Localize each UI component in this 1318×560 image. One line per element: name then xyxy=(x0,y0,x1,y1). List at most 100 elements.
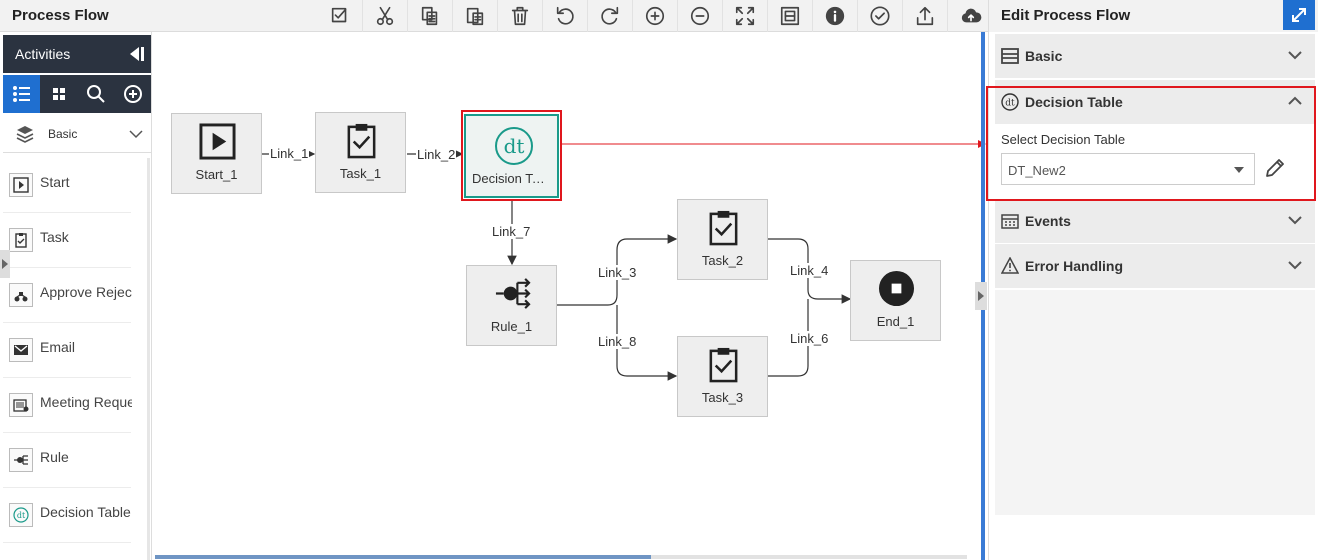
task-icon xyxy=(15,233,27,248)
zoom-out-button[interactable] xyxy=(678,0,723,32)
add-icon xyxy=(123,85,142,103)
validate-button[interactable] xyxy=(318,0,363,32)
link-label-link-4[interactable]: Link_4 xyxy=(789,263,830,278)
zoom-in-icon xyxy=(645,6,665,26)
delete-button[interactable] xyxy=(498,0,543,32)
zoom-out-icon xyxy=(690,6,710,26)
link-label-link-7[interactable]: Link_7 xyxy=(491,224,532,239)
overview-button[interactable] xyxy=(768,0,813,32)
chevron-down-icon xyxy=(1288,261,1302,270)
tab-list-view[interactable] xyxy=(3,75,40,113)
undo-button[interactable] xyxy=(543,0,588,32)
link-label-link-3[interactable]: Link_3 xyxy=(597,265,638,280)
collapse-right-panel-handle[interactable] xyxy=(975,282,987,310)
palette-item-approve-reject[interactable]: Approve Reject xyxy=(3,268,132,323)
fit-to-screen-button[interactable] xyxy=(723,0,768,32)
link-label-link-8[interactable]: Link_8 xyxy=(597,334,638,349)
cloud-upload-button[interactable] xyxy=(948,0,993,32)
search-icon xyxy=(86,85,105,103)
flow-node-rule[interactable]: Rule_1 xyxy=(466,265,557,346)
end-icon xyxy=(878,270,915,307)
flow-node-label: End_1 xyxy=(876,314,915,329)
check-icon xyxy=(870,6,890,26)
info-button[interactable] xyxy=(813,0,858,32)
palette-item-label: Start xyxy=(40,174,70,190)
palette-item-email[interactable]: Email xyxy=(3,323,131,378)
calendar-icon xyxy=(1001,214,1019,229)
collapse-panel-icon[interactable] xyxy=(127,45,145,63)
check-button[interactable] xyxy=(858,0,903,32)
section-label: Events xyxy=(1025,213,1071,229)
layers-icon xyxy=(16,126,34,143)
redo-icon xyxy=(601,6,619,25)
redo-button[interactable] xyxy=(588,0,633,32)
flow-node-task-3[interactable]: Task_3 xyxy=(677,336,768,417)
copy-button[interactable] xyxy=(408,0,453,32)
rule-icon xyxy=(495,278,531,309)
meeting-request-icon xyxy=(13,399,29,412)
paste-icon xyxy=(466,7,484,26)
flow-node-label: Task_2 xyxy=(701,253,744,268)
palette-item-label: Decision Table xyxy=(40,504,131,520)
email-icon xyxy=(14,345,28,355)
palette-item-start[interactable]: Start xyxy=(3,158,131,213)
flow-node-task-1[interactable]: Task_1 xyxy=(315,112,406,193)
expand-icon xyxy=(1292,8,1306,22)
copy-icon xyxy=(421,6,438,26)
palette-item-label: Email xyxy=(40,339,76,355)
tab-add[interactable] xyxy=(114,75,151,113)
flow-node-task-2[interactable]: Task_2 xyxy=(677,199,768,280)
link-label-link-1[interactable]: Link_1 xyxy=(269,146,310,161)
svg-text:dt: dt xyxy=(17,511,26,520)
export-button[interactable] xyxy=(903,0,948,32)
palette-title: Activities xyxy=(15,46,71,62)
palette-group-selector[interactable]: Basic xyxy=(3,115,151,153)
selected-node-highlight xyxy=(461,110,562,201)
fit-to-screen-icon xyxy=(735,6,755,26)
cut-button[interactable] xyxy=(363,0,408,32)
activity-palette: Activities Basic Start Task Approve Reje… xyxy=(0,32,152,560)
validate-icon xyxy=(331,7,347,23)
link-label-link-6[interactable]: Link_6 xyxy=(789,331,830,346)
palette-group-label: Basic xyxy=(48,127,78,141)
expand-left-panel-handle[interactable] xyxy=(0,250,10,278)
palette-item-meeting-request[interactable]: Meeting Request xyxy=(3,378,132,433)
palette-item-decision-table[interactable]: dt Decision Table xyxy=(3,488,131,543)
maximize-panel-button[interactable] xyxy=(1283,0,1315,30)
palette-list: Start Task Approve Reject Email Meeting … xyxy=(3,158,132,543)
link-label-link-2[interactable]: Link_2 xyxy=(416,147,457,162)
palette-tabs xyxy=(3,75,151,113)
panel-header: Edit Process Flow xyxy=(989,0,1318,32)
decision-table-icon: dt xyxy=(13,507,29,523)
flow-node-label: Start_1 xyxy=(195,167,238,182)
zoom-in-button[interactable] xyxy=(633,0,678,32)
tab-grid-view[interactable] xyxy=(40,75,77,113)
approve-reject-icon xyxy=(14,292,28,302)
section-error-handling[interactable]: Error Handling xyxy=(995,244,1315,288)
start-icon xyxy=(13,177,29,193)
palette-item-task[interactable]: Task xyxy=(3,213,131,268)
task-icon xyxy=(347,123,376,159)
palette-item-label: Task xyxy=(40,229,69,245)
palette-scrollbar[interactable] xyxy=(147,158,150,560)
grid-icon xyxy=(52,88,65,100)
section-basic[interactable]: Basic xyxy=(995,34,1315,78)
palette-item-label: Rule xyxy=(40,449,69,465)
chevron-down-icon xyxy=(1288,216,1302,225)
tab-search[interactable] xyxy=(77,75,114,113)
scrollbar-thumb[interactable] xyxy=(155,555,651,559)
section-events[interactable]: Events xyxy=(995,199,1315,243)
canvas-horizontal-scrollbar[interactable] xyxy=(155,555,967,559)
section-label: Error Handling xyxy=(1025,258,1124,274)
undo-icon xyxy=(556,6,574,25)
paste-button[interactable] xyxy=(453,0,498,32)
palette-item-rule[interactable]: Rule xyxy=(3,433,131,488)
top-bar: Process Flow xyxy=(0,0,990,32)
decision-table-section-highlight xyxy=(986,86,1316,201)
palette-item-label: Meeting Request xyxy=(40,394,132,410)
chevron-down-icon xyxy=(1288,51,1302,60)
flow-node-end[interactable]: End_1 xyxy=(850,260,941,341)
flow-node-label: Rule_1 xyxy=(490,319,533,334)
overview-icon xyxy=(780,6,800,26)
flow-node-start[interactable]: Start_1 xyxy=(171,113,262,194)
